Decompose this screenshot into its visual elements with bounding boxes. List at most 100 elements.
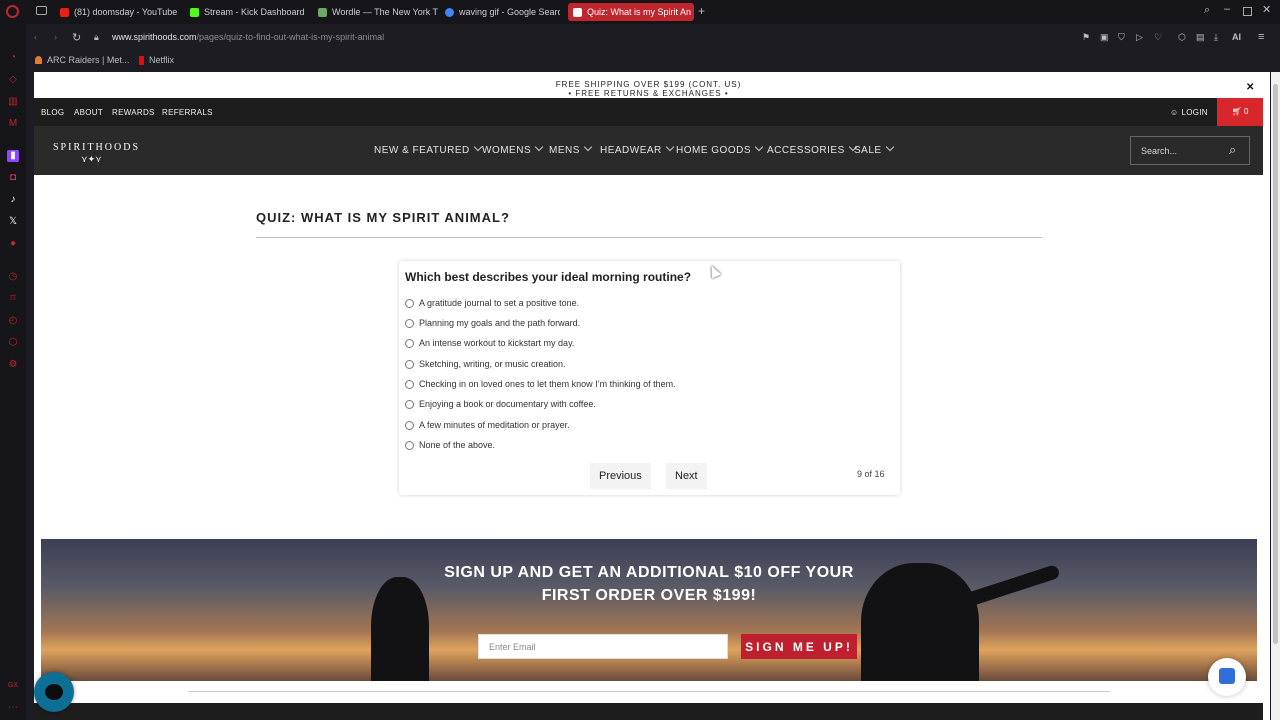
sign-me-up-button[interactable]: SIGN ME UP! <box>741 634 857 659</box>
quiz-option-1[interactable]: A gratitude journal to set a positive to… <box>405 298 579 308</box>
quiz-card: Which best describes your ideal morning … <box>399 261 900 495</box>
tab-google[interactable]: waving gif - Google Searc <box>440 3 560 21</box>
radio-button[interactable] <box>405 298 414 308</box>
quiz-option-2[interactable]: Planning my goals and the path forward. <box>405 318 580 328</box>
reload-icon[interactable]: ↻ <box>72 31 81 44</box>
forward-icon[interactable]: › <box>54 32 57 42</box>
radio-button[interactable] <box>405 379 414 389</box>
tiktok-icon[interactable]: ♪ <box>7 194 19 206</box>
quiz-option-7[interactable]: A few minutes of meditation or prayer. <box>405 420 570 430</box>
aria-icon[interactable]: ◇ <box>7 74 19 86</box>
quiz-option-3[interactable]: An intense workout to kickstart my day. <box>405 338 574 348</box>
tab-label: Stream - Kick Dashboard <box>204 7 305 17</box>
radio-button[interactable] <box>405 440 414 450</box>
nav-womens[interactable]: WOMENS <box>482 142 544 156</box>
radio-button[interactable] <box>405 399 414 409</box>
next-button[interactable]: Next <box>666 463 707 489</box>
menu-icon[interactable]: ≡ <box>1258 31 1264 43</box>
radio-button[interactable] <box>405 420 414 430</box>
search-input[interactable] <box>1131 137 1226 164</box>
bookmark-label: ARC Raiders | Met... <box>47 55 130 65</box>
close-banner-icon[interactable]: ✕ <box>1246 82 1254 93</box>
chat-widget-button[interactable] <box>34 672 74 712</box>
nav-label: HEADWEAR <box>600 145 662 156</box>
play-icon[interactable]: ▷ <box>1136 32 1143 43</box>
more-icon[interactable]: ⋯ <box>7 702 19 714</box>
user-icon: ☺ <box>1170 108 1179 117</box>
nav-mens[interactable]: MENS <box>549 142 593 156</box>
speed-dial-icon[interactable]: ◔ <box>7 52 19 64</box>
nav-new-featured[interactable]: NEW & FEATURED <box>374 142 482 156</box>
quiz-option-8[interactable]: None of the above. <box>405 440 495 450</box>
extensions-sidebar-icon[interactable]: ⬡ <box>7 337 19 349</box>
heart-icon[interactable]: ♡ <box>1154 32 1162 43</box>
x-icon[interactable]: 𝕏 <box>7 216 19 228</box>
new-tab-icon[interactable]: + <box>698 4 705 18</box>
news-icon[interactable]: ▥ <box>7 96 19 108</box>
nav-label: WOMENS <box>482 145 532 156</box>
close-window-icon[interactable]: ✕ <box>1262 3 1271 16</box>
radio-button[interactable] <box>405 318 414 328</box>
previous-button[interactable]: Previous <box>590 463 651 489</box>
scrollbar-thumb[interactable] <box>1273 84 1278 644</box>
nav-home-goods[interactable]: HOME GOODS <box>676 142 764 156</box>
instagram-icon[interactable]: ◘ <box>7 172 19 184</box>
about-link[interactable]: ABOUT <box>74 108 103 117</box>
cart-count: 0 <box>1243 107 1249 116</box>
tab-youtube[interactable]: (81) doomsday - YouTube <box>55 3 180 21</box>
shield-icon[interactable]: ⛉ <box>1118 32 1125 43</box>
search-icon[interactable]: ⌕ <box>1229 142 1236 158</box>
spirithoods-icon <box>573 7 582 17</box>
radio-button[interactable] <box>405 338 414 348</box>
tab-kick[interactable]: Stream - Kick Dashboard <box>185 3 310 21</box>
settings-icon[interactable]: ⚙ <box>7 359 19 371</box>
blog-link[interactable]: BLOG <box>41 108 64 117</box>
netflix-icon <box>139 55 144 65</box>
login-link[interactable]: ☺ LOGIN <box>1170 108 1208 117</box>
bookmark-icon[interactable]: ⚑ <box>1082 32 1090 43</box>
bookmark-arc-raiders[interactable]: ARC Raiders | Met... <box>35 55 129 65</box>
nav-label: SALE <box>854 145 882 156</box>
page-scrollbar[interactable] <box>1271 72 1280 720</box>
tab-label: Wordle — The New York T <box>332 7 438 17</box>
aria-ai-icon[interactable]: AI <box>1232 32 1241 42</box>
rewards-link[interactable]: REWARDS <box>112 108 155 117</box>
email-field[interactable] <box>478 634 728 659</box>
nav-headwear[interactable]: HEADWEAR <box>600 142 675 156</box>
chevron-down-icon <box>885 142 894 152</box>
nav-accessories[interactable]: ACCESSORIES <box>767 142 857 156</box>
history-icon[interactable]: ◷ <box>7 271 19 283</box>
shop-app-button[interactable] <box>1208 658 1246 696</box>
clock-icon[interactable]: ◴ <box>7 315 19 327</box>
quiz-option-5[interactable]: Checking in on loved ones to let them kn… <box>405 379 676 389</box>
wallet-icon[interactable]: ▤ <box>1196 32 1205 43</box>
url-field[interactable]: www.spirithoods.com/pages/quiz-to-find-o… <box>112 32 384 42</box>
quiz-option-6[interactable]: Enjoying a book or documentary with coff… <box>405 399 596 409</box>
nav-label: MENS <box>549 145 580 156</box>
download-icon[interactable]: ⤓ <box>1214 32 1218 43</box>
tab-wordle[interactable]: Wordle — The New York T <box>313 3 438 21</box>
maximize-icon[interactable] <box>1243 7 1252 16</box>
bookmark-netflix[interactable]: Netflix <box>139 55 174 65</box>
cart-button[interactable]: 🛒︎ 0 <box>1217 98 1263 126</box>
quiz-option-4[interactable]: Sketching, writing, or music creation. <box>405 359 566 369</box>
tab-spirithoods[interactable]: Quiz: What is my Spirit An <box>568 3 694 21</box>
opera-logo-icon[interactable] <box>6 5 19 18</box>
search-tabs-icon[interactable]: ⌕ <box>1204 4 1210 17</box>
minimize-icon[interactable]: – <box>1224 3 1230 15</box>
shipping-line-2: • FREE RETURNS & EXCHANGES • <box>568 89 729 98</box>
chevron-down-icon <box>665 142 675 152</box>
opera-gx-icon[interactable]: ● <box>7 238 19 250</box>
chat-bubble-icon <box>45 684 63 700</box>
back-icon[interactable]: ‹ <box>34 32 37 42</box>
twitch-icon[interactable]: ▮ <box>7 150 19 162</box>
spirithoods-logo[interactable]: SPIRITHOODS ⋎✦⋎ <box>53 142 140 165</box>
referrals-link[interactable]: REFERRALS <box>162 108 213 117</box>
gmail-icon[interactable]: M <box>7 118 19 130</box>
extensions-icon[interactable]: ⬡ <box>1178 32 1186 43</box>
pinboard-icon[interactable]: ⌑ <box>7 293 19 305</box>
snapshot-icon[interactable]: ▣ <box>1100 32 1109 43</box>
radio-button[interactable] <box>405 359 414 369</box>
nav-sale[interactable]: SALE <box>854 142 894 156</box>
workspaces-icon[interactable] <box>36 6 47 15</box>
